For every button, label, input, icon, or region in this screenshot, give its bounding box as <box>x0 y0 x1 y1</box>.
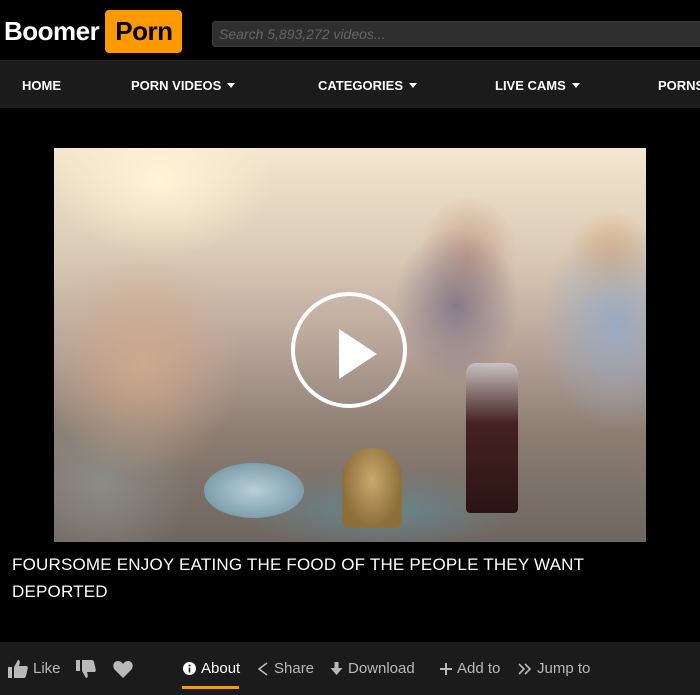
info-icon <box>183 662 196 675</box>
video-title: FOURSOME ENJOY EATING THE FOOD OF THE PE… <box>12 555 584 601</box>
video-player[interactable] <box>54 148 646 542</box>
nav-item-home[interactable]: HOME <box>22 61 61 109</box>
search-box <box>212 21 700 47</box>
play-icon <box>339 329 377 379</box>
video-thumbnail-plate <box>204 463 304 518</box>
thumbs-up-icon <box>8 659 28 678</box>
chevron-down-icon <box>571 82 580 88</box>
download-icon <box>330 661 343 675</box>
logo-text-right: Porn <box>105 9 183 53</box>
active-tab-indicator <box>182 686 239 689</box>
nav-item-porns[interactable]: PORNS <box>658 61 700 109</box>
about-label: About <box>201 660 241 677</box>
share-button[interactable]: Share <box>256 642 314 695</box>
like-button[interactable]: Like <box>8 642 61 695</box>
logo-text-left: Boomer <box>4 15 100 46</box>
search-input[interactable] <box>213 22 700 46</box>
video-thumbnail-cactus <box>342 448 402 528</box>
plus-icon <box>440 662 452 675</box>
download-label: Download <box>348 660 415 677</box>
nav-item-categories[interactable]: CATEGORIES <box>318 61 417 109</box>
like-label: Like <box>33 660 61 677</box>
video-actions-bar: Like About Share Download Add to Jump to <box>0 642 700 695</box>
chevron-down-icon <box>409 82 417 88</box>
play-button[interactable] <box>291 292 407 408</box>
fast-forward-icon <box>518 662 532 675</box>
site-header: Boomer Porn <box>0 0 700 60</box>
video-thumbnail-bottle <box>466 363 518 513</box>
nav-item-label: PORN VIDEOS <box>131 77 222 93</box>
main-nav: HOME PORN VIDEOS CATEGORIES LIVE CAMS PO… <box>0 60 700 108</box>
jump-to-button[interactable]: Jump to <box>518 642 590 695</box>
nav-item-label: LIVE CAMS <box>495 77 566 93</box>
share-icon <box>257 661 268 676</box>
nav-item-label: PORNS <box>658 77 700 93</box>
favorite-button[interactable] <box>113 642 138 695</box>
add-to-button[interactable]: Add to <box>440 642 500 695</box>
thumbs-down-icon <box>76 659 96 678</box>
heart-icon <box>113 660 133 678</box>
download-button[interactable]: Download <box>330 642 415 695</box>
nav-item-label: HOME <box>22 77 61 93</box>
chevron-down-icon <box>227 82 236 88</box>
site-logo[interactable]: Boomer Porn <box>4 8 183 54</box>
share-label: Share <box>274 660 315 677</box>
nav-item-label: CATEGORIES <box>318 77 403 93</box>
dislike-button[interactable] <box>76 642 101 695</box>
add-to-label: Add to <box>457 660 501 677</box>
jump-to-label: Jump to <box>537 660 591 677</box>
nav-item-live-cams[interactable]: LIVE CAMS <box>495 61 580 109</box>
nav-item-porn-videos[interactable]: PORN VIDEOS <box>131 61 236 109</box>
